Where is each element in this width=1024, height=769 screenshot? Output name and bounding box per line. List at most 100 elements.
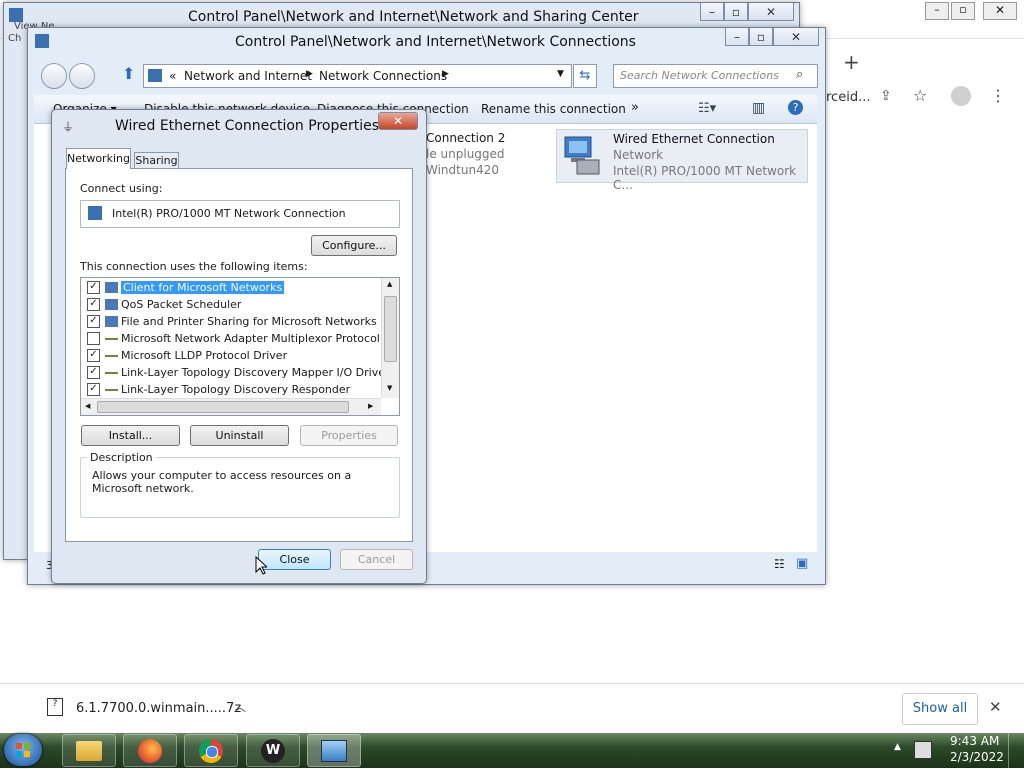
uninstall-button[interactable]: Uninstall bbox=[190, 425, 289, 446]
rename-connection-button[interactable]: Rename this connection bbox=[481, 102, 626, 116]
new-tab-icon[interactable]: + bbox=[843, 50, 860, 74]
connections-minimize-button[interactable]: – bbox=[725, 28, 749, 46]
list-item[interactable]: ✓ Link-Layer Topology Discovery Mapper I… bbox=[81, 364, 390, 381]
list-item[interactable]: Microsoft Network Adapter Multiplexor Pr… bbox=[81, 330, 381, 347]
network-tray-icon[interactable] bbox=[914, 741, 932, 759]
details-view-icon[interactable]: ☷ bbox=[774, 557, 785, 571]
connection-status: le unplugged bbox=[426, 147, 505, 161]
preview-pane-icon[interactable]: ▥ bbox=[752, 100, 765, 116]
download-filename[interactable]: 6.1.7700.0.winmain.....7z bbox=[76, 701, 241, 716]
breadcrumb-overflow[interactable]: « bbox=[169, 69, 176, 83]
items-list[interactable]: ✓ Client for Microsoft Networks ✓ QoS Pa… bbox=[80, 277, 400, 416]
up-arrow-icon[interactable]: ⬆ bbox=[122, 64, 135, 83]
list-item[interactable]: ✓ Link-Layer Topology Discovery Responde… bbox=[81, 381, 381, 398]
adapter-field: Intel(R) PRO/1000 MT Network Connection bbox=[80, 200, 400, 228]
back-button[interactable] bbox=[41, 63, 67, 89]
breadcrumb-arrow-icon[interactable]: ▶ bbox=[306, 69, 313, 79]
refresh-button[interactable]: ⇆ bbox=[573, 64, 597, 88]
sharing-close-button[interactable]: ✕ bbox=[748, 3, 794, 21]
item-checkbox[interactable]: ✓ bbox=[87, 366, 100, 379]
connections-close-button[interactable]: ✕ bbox=[773, 28, 819, 46]
network-connections-title: Control Panel\Network and Internet\Netwo… bbox=[235, 34, 636, 50]
list-item[interactable]: ✓ QoS Packet Scheduler bbox=[81, 296, 381, 313]
tab-sharing[interactable]: Sharing bbox=[134, 152, 179, 169]
connection-name: Wired Ethernet Connection bbox=[613, 132, 775, 146]
vertical-scrollbar[interactable]: ▲ ▼ bbox=[381, 278, 399, 398]
taskbar-winaero-button[interactable]: W bbox=[246, 734, 300, 767]
clock-date[interactable]: 2/3/2022 bbox=[950, 750, 1004, 764]
list-item[interactable]: ✓ Client for Microsoft Networks bbox=[81, 279, 381, 296]
item-label: Link-Layer Topology Discovery Mapper I/O… bbox=[121, 366, 390, 379]
network-connections-icon bbox=[35, 34, 49, 48]
tiles-view-icon[interactable]: ▣ bbox=[796, 556, 808, 571]
hscroll-thumb[interactable] bbox=[97, 401, 349, 413]
profile-avatar-icon[interactable] bbox=[951, 86, 971, 106]
address-bar[interactable]: « Network and Internet ▶ Network Connect… bbox=[143, 64, 572, 88]
description-group: Description Allows your computer to acce… bbox=[80, 451, 400, 518]
scroll-right-icon[interactable]: ▶ bbox=[368, 402, 373, 410]
sharing-minimize-button[interactable]: – bbox=[700, 3, 724, 21]
show-desktop-button[interactable] bbox=[1008, 733, 1024, 768]
close-button[interactable]: Close bbox=[258, 549, 331, 570]
connection-name: Connection 2 bbox=[426, 131, 506, 145]
horizontal-scrollbar[interactable]: ◀ ▶ bbox=[81, 398, 381, 415]
download-chevron-up-icon[interactable]: ︿ bbox=[234, 698, 246, 715]
item-checkbox[interactable]: ✓ bbox=[87, 383, 100, 396]
scroll-thumb[interactable] bbox=[384, 296, 397, 362]
mouse-cursor-icon bbox=[255, 555, 269, 578]
connect-using-label: Connect using: bbox=[80, 182, 163, 195]
browser-minimize-button[interactable]: – bbox=[925, 2, 949, 20]
sharing-center-icon bbox=[9, 8, 23, 22]
tray-overflow-icon[interactable]: ▲ bbox=[894, 742, 901, 752]
list-item[interactable]: ✓ File and Printer Sharing for Microsoft… bbox=[81, 313, 381, 330]
item-checkbox[interactable] bbox=[87, 332, 100, 345]
browser-maximize-button[interactable]: ▫ bbox=[951, 2, 975, 20]
scroll-down-icon[interactable]: ▼ bbox=[387, 384, 392, 392]
show-all-button[interactable]: Show all bbox=[902, 693, 978, 725]
breadcrumb-network-connections[interactable]: Network Connections bbox=[319, 69, 447, 83]
browser-menu-icon[interactable]: ⋮ bbox=[990, 86, 1006, 105]
clock-time[interactable]: 9:43 AM bbox=[950, 734, 999, 748]
protocol-icon bbox=[105, 334, 118, 340]
item-checkbox[interactable]: ✓ bbox=[87, 349, 100, 362]
taskbar: W ▲ 9:43 AM 2/3/2022 bbox=[0, 733, 1024, 768]
properties-dialog: ⏚ Wired Ethernet Connection Properties ✕… bbox=[51, 109, 427, 584]
connection-device: Windtun420 bbox=[426, 163, 499, 177]
properties-button[interactable]: Properties bbox=[300, 425, 398, 446]
taskbar-control-panel-button[interactable] bbox=[307, 734, 361, 767]
scroll-up-icon[interactable]: ▲ bbox=[387, 280, 392, 288]
forward-button[interactable] bbox=[69, 63, 95, 89]
download-bar-close-icon[interactable]: ✕ bbox=[989, 698, 1002, 716]
w-logo-icon: W bbox=[261, 738, 285, 763]
connection-item[interactable]: Connection 2 le unplugged Windtun420 bbox=[420, 129, 550, 179]
sharing-maximize-button[interactable]: ▫ bbox=[724, 3, 748, 21]
cancel-button[interactable]: Cancel bbox=[340, 549, 413, 570]
item-checkbox[interactable]: ✓ bbox=[87, 298, 100, 311]
taskbar-firefox-button[interactable] bbox=[123, 734, 177, 767]
scroll-left-icon[interactable]: ◀ bbox=[85, 402, 90, 410]
breadcrumb-arrow-icon[interactable]: ▶ bbox=[442, 69, 449, 79]
taskbar-chrome-button[interactable] bbox=[184, 734, 238, 767]
bookmark-star-icon[interactable]: ☆ bbox=[913, 86, 927, 105]
address-dropdown-icon[interactable]: ▼ bbox=[557, 69, 564, 79]
configure-button[interactable]: Configure... bbox=[311, 235, 397, 256]
install-button[interactable]: Install... bbox=[81, 425, 180, 446]
tab-networking[interactable]: Networking bbox=[66, 148, 131, 169]
share-icon[interactable]: ⇪ bbox=[880, 88, 892, 104]
help-icon[interactable]: ? bbox=[788, 100, 803, 115]
search-icon[interactable]: ⌕ bbox=[796, 67, 803, 82]
dialog-close-icon[interactable]: ✕ bbox=[378, 112, 418, 130]
connections-maximize-button[interactable]: ▫ bbox=[749, 28, 773, 46]
start-button[interactable] bbox=[4, 734, 42, 766]
list-item[interactable]: ✓ Microsoft LLDP Protocol Driver bbox=[81, 347, 381, 364]
chrome-icon bbox=[199, 738, 223, 763]
item-checkbox[interactable]: ✓ bbox=[87, 281, 100, 294]
taskbar-explorer-button[interactable] bbox=[62, 734, 116, 767]
more-commands-button[interactable]: » bbox=[631, 100, 639, 115]
view-options-icon[interactable]: ☷▾ bbox=[698, 101, 716, 116]
connection-item-selected[interactable]: Wired Ethernet Connection Network Intel(… bbox=[556, 129, 808, 192]
breadcrumb-network-and-internet[interactable]: Network and Internet bbox=[184, 69, 312, 83]
search-input[interactable]: Search Network Connections ⌕ bbox=[613, 64, 818, 88]
browser-close-button[interactable]: ✕ bbox=[983, 2, 1017, 20]
item-checkbox[interactable]: ✓ bbox=[87, 315, 100, 328]
